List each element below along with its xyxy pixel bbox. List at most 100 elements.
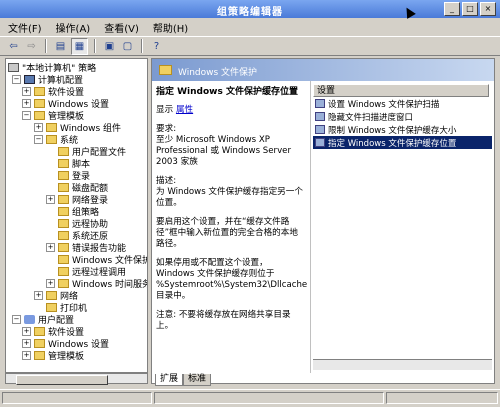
tree-item-user-admin-templates[interactable]: + 管理模板	[22, 349, 84, 362]
menu-file[interactable]: 文件(F)	[8, 20, 42, 35]
tree-item-windows-time-service[interactable]: + Windows 时间服务	[46, 277, 147, 290]
folder-icon	[34, 110, 45, 120]
folder-icon	[58, 170, 69, 180]
collapse-icon[interactable]: −	[34, 134, 43, 144]
menu-bar: 文件(F) 操作(A) 查看(V) 帮助(H)	[0, 18, 500, 36]
folder-icon	[58, 218, 69, 228]
tree-item-software-settings[interactable]: + 软件设置	[22, 85, 84, 98]
export-list-icon[interactable]: ▢	[120, 39, 135, 54]
show-tree-icon[interactable]: ▦	[71, 37, 88, 55]
folder-icon	[34, 326, 45, 336]
details-header: Windows 文件保护	[152, 59, 494, 81]
status-bar	[0, 389, 500, 407]
tree-item-printers[interactable]: 打印机	[34, 301, 87, 314]
policy-icon	[8, 62, 19, 72]
tree-item-windows-file-protection[interactable]: Windows 文件保护	[46, 252, 147, 266]
description-para-1: 要启用这个设置，并在“缓存文件路径”框中输入新位置的完全合格的本地路径。	[156, 217, 298, 249]
tree-item-remote-assistance[interactable]: 远程协助	[46, 217, 108, 230]
expand-icon[interactable]: +	[22, 98, 31, 108]
tree-item-system[interactable]: − 系统	[34, 133, 78, 146]
description-para-3: 注意: 不要将缓存放在网络共享目录上。	[156, 310, 291, 331]
window-title: 组策略编辑器	[217, 7, 283, 18]
folder-icon	[58, 194, 69, 204]
expand-icon[interactable]: +	[46, 194, 55, 204]
maximize-button[interactable]: □	[462, 2, 478, 16]
collapse-icon[interactable]: −	[12, 314, 21, 324]
tree-item-admin-templates[interactable]: − 管理模板	[22, 109, 84, 122]
forward-arrow-icon[interactable]: ⇨	[24, 39, 39, 54]
folder-icon	[34, 98, 45, 108]
expand-icon[interactable]: +	[22, 326, 31, 336]
folder-icon	[58, 182, 69, 192]
folder-icon	[46, 134, 57, 144]
pane-divider	[310, 81, 311, 373]
up-folder-icon[interactable]: ▤	[53, 39, 68, 54]
tree-item-rpc[interactable]: 远程过程调用	[46, 265, 126, 278]
folder-icon	[58, 242, 69, 252]
minimize-button[interactable]: _	[444, 2, 460, 16]
expand-icon[interactable]: +	[22, 350, 31, 360]
description-label: 描述:	[156, 176, 177, 186]
setting-icon	[315, 125, 325, 134]
collapse-icon[interactable]: −	[12, 74, 21, 84]
expand-icon[interactable]: +	[46, 242, 55, 252]
tree-item-user-profiles[interactable]: 用户配置文件	[46, 145, 126, 158]
back-arrow-icon[interactable]: ⇦	[6, 39, 21, 54]
menu-view[interactable]: 查看(V)	[104, 20, 139, 35]
extended-description: 指定 Windows 文件保护缓存位置 显示 属性 要求: 至少 Microsof…	[156, 87, 307, 340]
scrollbar-thumb[interactable]	[16, 375, 108, 385]
tree-horizontal-scrollbar[interactable]	[5, 373, 148, 385]
details-header-title: Windows 文件保护	[178, 68, 258, 78]
setting-icon	[315, 138, 325, 147]
computer-icon	[24, 74, 35, 84]
close-button[interactable]: ×	[480, 2, 496, 16]
column-header-setting[interactable]: 设置	[313, 84, 489, 97]
tree-item-windows-settings[interactable]: + Windows 设置	[22, 97, 109, 110]
menu-action[interactable]: 操作(A)	[56, 20, 91, 35]
console-tree: "本地计算机" 策略 − 计算机配置 + 软件设置 + Windows 设置 − 管理模…	[5, 58, 148, 373]
folder-icon	[46, 302, 57, 312]
tree-item-logon[interactable]: 登录	[46, 169, 90, 182]
folder-icon	[34, 86, 45, 96]
help-icon[interactable]: ?	[149, 39, 164, 54]
title-bar: 组策略编辑器 _ □ ×	[0, 0, 500, 18]
tab-extended[interactable]: 扩展	[155, 374, 184, 386]
setting-icon	[315, 99, 325, 108]
settings-list: 设置 设置 Windows 文件保护扫描 隐藏文件扫描进度窗口 限制 Windo…	[313, 84, 492, 374]
folder-icon	[46, 122, 57, 132]
folder-icon	[34, 338, 45, 348]
tree-item-net-logon[interactable]: + 网络登录	[46, 193, 108, 206]
tree-item-computer-config[interactable]: − 计算机配置	[12, 73, 83, 86]
details-pane: Windows 文件保护 指定 Windows 文件保护缓存位置 显示 属性 要…	[151, 58, 495, 384]
list-horizontal-scrollbar[interactable]	[313, 359, 492, 370]
view-tabs: 扩展 标准	[155, 374, 212, 386]
tree-item-user-config[interactable]: − 用户配置	[12, 313, 74, 326]
tree-item-windows-components[interactable]: + Windows 组件	[34, 121, 121, 134]
tree-item-system-restore[interactable]: 系统还原	[46, 229, 108, 242]
tree-item-network[interactable]: + 网络	[34, 289, 78, 302]
collapse-icon[interactable]: −	[22, 110, 31, 120]
folder-icon	[58, 158, 69, 168]
tree-item-user-windows-settings[interactable]: + Windows 设置	[22, 337, 109, 350]
tree-item-group-policy[interactable]: 组策略	[46, 205, 99, 218]
tree-item-error-reporting[interactable]: + 错误报告功能	[46, 241, 126, 254]
expand-icon[interactable]: +	[34, 290, 43, 300]
properties-icon[interactable]: ▣	[102, 39, 117, 54]
expand-icon[interactable]: +	[22, 86, 31, 96]
list-item[interactable]: 隐藏文件扫描进度窗口	[313, 110, 492, 123]
tree-item-scripts[interactable]: 脚本	[46, 157, 90, 170]
folder-icon	[159, 65, 172, 75]
tab-standard[interactable]: 标准	[183, 374, 212, 386]
expand-icon[interactable]: +	[46, 278, 55, 288]
list-item[interactable]: 限制 Windows 文件保护缓存大小	[313, 123, 492, 136]
menu-help[interactable]: 帮助(H)	[153, 20, 188, 35]
list-item-selected[interactable]: 指定 Windows 文件保护缓存位置	[313, 136, 492, 149]
list-item[interactable]: 设置 Windows 文件保护扫描	[313, 97, 492, 110]
expand-icon[interactable]: +	[34, 122, 43, 132]
tree-item-disk-quotas[interactable]: 磁盘配额	[46, 181, 108, 194]
properties-link[interactable]: 属性	[176, 105, 193, 115]
tree-item-user-software-settings[interactable]: + 软件设置	[22, 325, 84, 338]
tree-item-local-policy[interactable]: "本地计算机" 策略	[8, 61, 96, 74]
expand-icon[interactable]: +	[22, 338, 31, 348]
folder-open-icon	[58, 254, 69, 264]
